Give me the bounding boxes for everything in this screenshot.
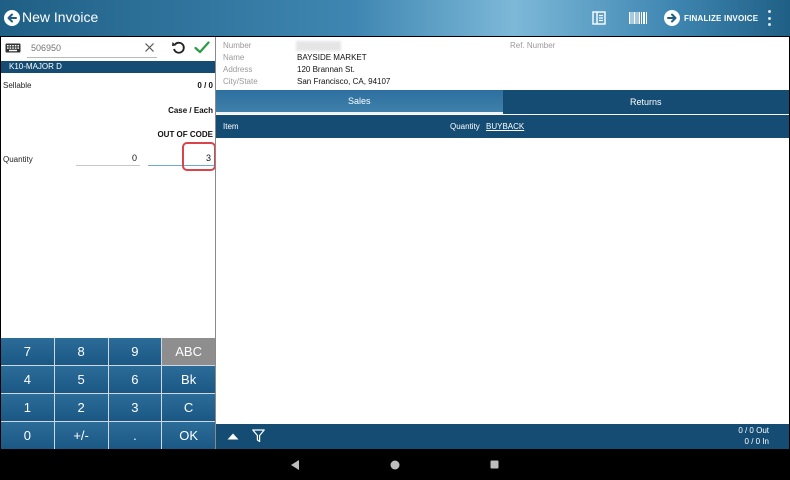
number-label: Number [223, 41, 252, 50]
invoice-footer: 0 / 0 Out 0 / 0 In [216, 424, 789, 449]
table-header: Item Quantity BUYBACK [216, 115, 789, 138]
barcode-icon[interactable] [628, 10, 648, 26]
arrow-right-icon [664, 10, 680, 26]
key-9[interactable]: 9 [108, 338, 162, 365]
name-value: BAYSIDE MARKET [297, 53, 367, 62]
numeric-keypad: 7 8 9 ABC 4 5 6 Bk 1 2 3 C 0 +/- . OK [1, 338, 215, 449]
item-search-input[interactable] [31, 39, 141, 57]
key-6[interactable]: 6 [108, 366, 162, 393]
name-label: Name [223, 53, 245, 62]
sellable-value: 0 / 0 [197, 81, 213, 90]
key-2[interactable]: 2 [54, 394, 108, 421]
key-clear[interactable]: C [162, 394, 215, 421]
city-state-value: San Francisco, CA, 94107 [297, 77, 391, 86]
arrow-left-icon [7, 13, 17, 23]
quantity-case-input[interactable]: 0 [76, 152, 140, 166]
app-header: New Invoice FINALIZE INVOICE [0, 0, 790, 36]
out-of-code-label: OUT OF CODE [157, 130, 213, 139]
quantity-label: Quantity [3, 155, 33, 164]
key-3[interactable]: 3 [108, 394, 162, 421]
invoice-tabs: Sales Returns [216, 90, 789, 114]
column-item: Item [223, 122, 239, 131]
in-count: 0 / 0 In [744, 437, 769, 446]
keyboard-icon[interactable] [5, 43, 21, 53]
key-1[interactable]: 1 [1, 394, 54, 421]
finalize-invoice-label: FINALIZE INVOICE [684, 13, 759, 23]
key-7[interactable]: 7 [1, 338, 54, 365]
key-8[interactable]: 8 [54, 338, 108, 365]
system-nav-bar [0, 450, 790, 480]
check-icon[interactable] [194, 41, 210, 54]
invoice-panel: Number Ref. Number Name BAYSIDE MARKET A… [216, 37, 789, 449]
column-quantity: Quantity [450, 122, 480, 131]
undo-icon[interactable] [171, 40, 186, 55]
ref-number-label: Ref. Number [510, 41, 556, 50]
key-5[interactable]: 5 [54, 366, 108, 393]
app-window: New Invoice FINALIZE INVOICE 506950 K10-… [0, 0, 790, 480]
out-count: 0 / 0 Out [738, 426, 769, 435]
close-icon[interactable] [144, 42, 155, 53]
search-underline [27, 57, 157, 58]
number-value-redacted [296, 41, 341, 51]
key-ok[interactable]: OK [162, 422, 215, 449]
nav-back-icon[interactable] [290, 459, 300, 471]
key-plus-minus[interactable]: +/- [54, 422, 108, 449]
filter-icon[interactable] [252, 429, 265, 443]
sellable-label: Sellable [3, 81, 32, 90]
back-button[interactable] [4, 10, 20, 26]
search-row [1, 37, 215, 60]
finalize-invoice-button[interactable]: FINALIZE INVOICE [664, 9, 758, 27]
key-abc[interactable]: ABC [162, 338, 215, 365]
key-4[interactable]: 4 [1, 366, 54, 393]
tab-sales[interactable]: Sales [216, 90, 503, 114]
nav-home-icon[interactable] [390, 460, 400, 470]
address-label: Address [223, 65, 253, 74]
key-backspace[interactable]: Bk [162, 366, 215, 393]
key-decimal[interactable]: . [108, 422, 162, 449]
caret-up-icon[interactable] [227, 433, 239, 440]
tab-returns[interactable]: Returns [502, 90, 789, 114]
quantity-each-highlight [182, 142, 216, 171]
main-content: K10-MAJOR D Sellable 0 / 0 Case / Each O… [1, 37, 789, 449]
item-entry-panel: K10-MAJOR D Sellable 0 / 0 Case / Each O… [1, 37, 216, 449]
case-each-label: Case / Each [168, 106, 213, 115]
list-icon[interactable] [591, 10, 607, 26]
address-value: 120 Brannan St. [297, 65, 355, 74]
city-state-label: City/State [223, 77, 258, 86]
buyback-link[interactable]: BUYBACK [486, 122, 524, 131]
page-title: New Invoice [22, 9, 99, 25]
item-name-bar: K10-MAJOR D [1, 61, 215, 73]
nav-recents-icon[interactable] [490, 460, 499, 469]
more-vert-icon[interactable] [767, 10, 771, 26]
key-0[interactable]: 0 [1, 422, 54, 449]
